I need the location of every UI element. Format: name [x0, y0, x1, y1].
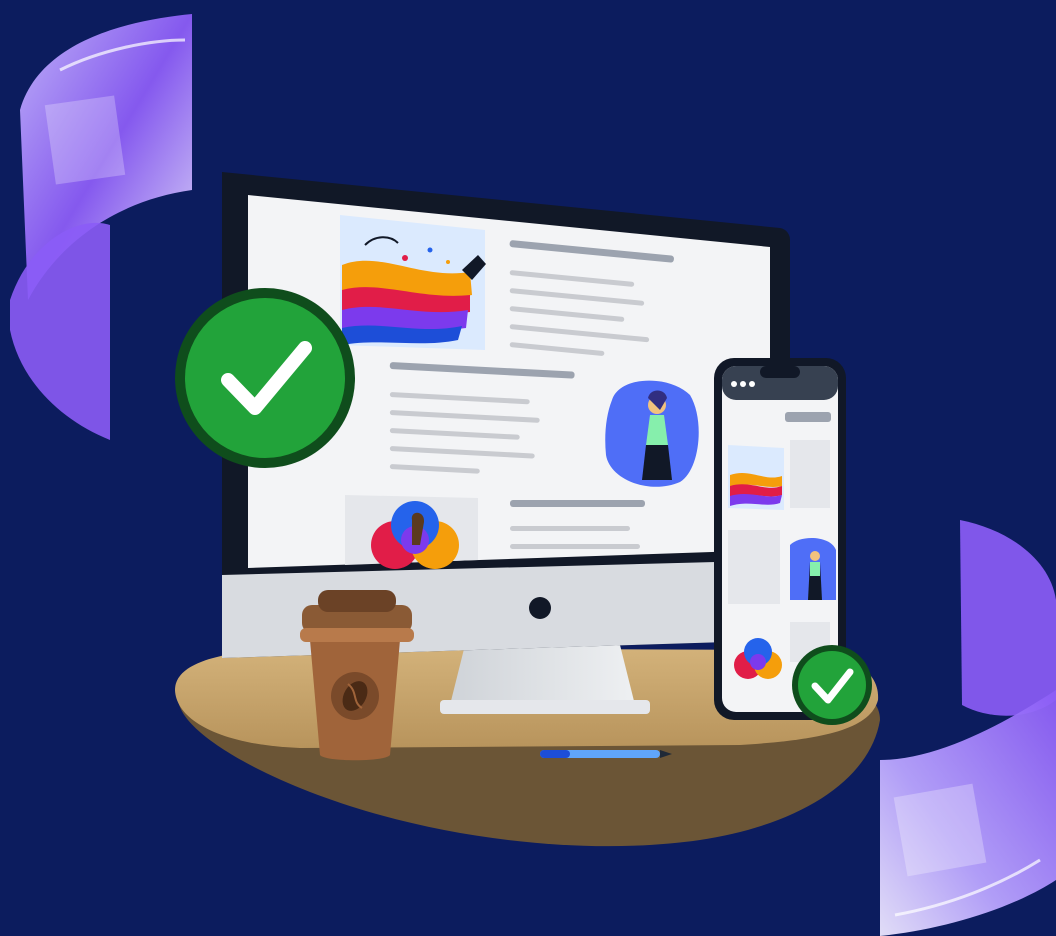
illustration-scene: [0, 0, 1056, 936]
checkmark-badge-icon: [175, 288, 355, 468]
monitor-camera-icon: [529, 597, 551, 619]
coffee-bean-icon: [331, 672, 379, 720]
pen-icon: [540, 750, 672, 758]
woman-figure-icon: [605, 380, 699, 487]
paint-swirl-icon: [340, 215, 486, 350]
checkmark-badge-small-icon: [792, 645, 872, 725]
color-palette-icon: [345, 495, 478, 569]
